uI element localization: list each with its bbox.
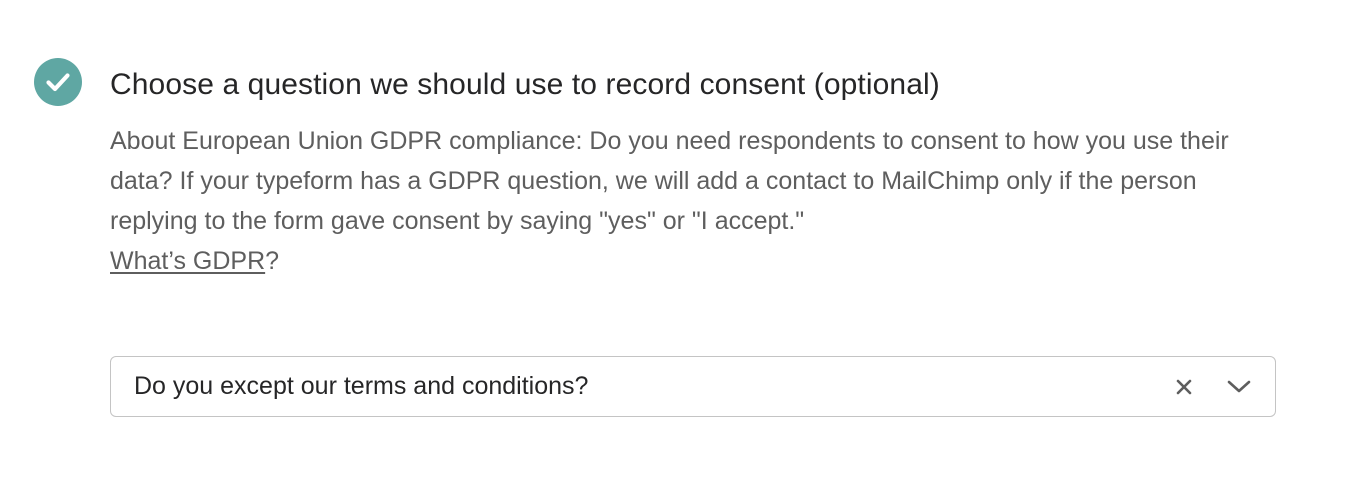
dropdown-toggle-button[interactable] — [1226, 376, 1252, 398]
gdpr-description: About European Union GDPR compliance: Do… — [110, 127, 1229, 235]
step-title: Choose a question we should use to recor… — [110, 68, 940, 101]
step-complete-check-icon — [34, 58, 82, 106]
consent-question-select[interactable]: Do you except our terms and conditions? — [110, 356, 1276, 417]
chevron-down-icon — [1227, 380, 1251, 393]
gdpr-link-suffix: ? — [265, 247, 280, 275]
whats-gdpr-link[interactable]: What’s GDPR — [110, 247, 265, 275]
close-icon — [1176, 379, 1192, 395]
step-content: Choose a question we should use to recor… — [110, 58, 1278, 417]
gdpr-help-line: What’s GDPR? — [110, 241, 1278, 281]
checkmark-icon — [46, 73, 70, 92]
selected-question-value: Do you except our terms and conditions? — [134, 372, 589, 400]
clear-selection-button[interactable] — [1173, 376, 1195, 398]
